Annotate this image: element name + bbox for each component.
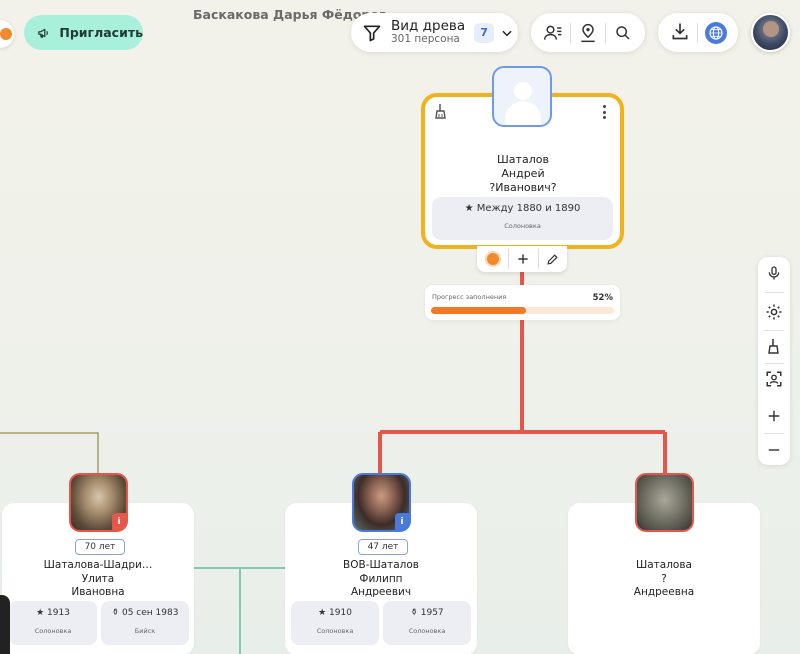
- birth-date: Между 1880 и 1890: [476, 203, 581, 214]
- megaphone-icon: [38, 28, 48, 38]
- fill-progress: Прогресс заполнения 52%: [425, 285, 620, 320]
- name-line: ?Иванович?: [489, 181, 557, 194]
- person-list-icon[interactable]: [543, 23, 563, 43]
- grave-icon: ⚱: [111, 608, 120, 618]
- broom-icon[interactable]: [434, 103, 448, 119]
- progress-label: Прогресс заполнения: [432, 293, 507, 301]
- progress-track: [431, 307, 614, 314]
- focus-person-name: Шаталов Андрей ?Иванович?: [430, 153, 616, 195]
- globe-icon[interactable]: [704, 21, 727, 44]
- person-photo[interactable]: [635, 473, 694, 532]
- birth-place: Солоновка: [504, 222, 541, 230]
- death-date: 1957: [420, 608, 444, 618]
- view-label: Вид древа: [391, 18, 466, 35]
- divider: [569, 22, 571, 43]
- age-badge: 70 лет: [75, 539, 125, 555]
- export-language-group: [658, 13, 738, 52]
- birth-date: 1913: [47, 608, 70, 618]
- age-badge: 47 лет: [358, 539, 408, 555]
- name-line: Андрей: [501, 167, 545, 180]
- tree-tools-group: [531, 13, 645, 52]
- gear-icon[interactable]: [764, 302, 784, 322]
- focus-person-dates: ★ Между 1880 и 1890 Солоновка: [432, 197, 613, 240]
- death-date: 05 сен 1983: [121, 608, 179, 618]
- download-icon[interactable]: [670, 21, 690, 45]
- divider: [605, 22, 607, 43]
- name-line: Улита: [81, 572, 115, 585]
- death-info: ⚱ 05 сен 1983 Бийск: [101, 601, 189, 645]
- view-badge: 7: [474, 22, 495, 43]
- progress-value: 52%: [592, 293, 613, 303]
- focus-person-photo[interactable]: [492, 66, 552, 127]
- name-line: Шаталова: [636, 559, 692, 571]
- grave-icon: ⚱: [410, 608, 418, 618]
- person-name: ВОВ-Шаталов Филипп Андреевич: [285, 559, 477, 600]
- search-icon[interactable]: [613, 23, 633, 43]
- card-actions-bar: [477, 246, 567, 272]
- birth-info: ★ 1913 Солоновка: [9, 601, 97, 645]
- birth-place: Солоновка: [34, 627, 72, 635]
- name-line: Шаталов: [497, 153, 549, 166]
- person-name: Шаталова ? Андреевна: [568, 559, 760, 600]
- user-avatar[interactable]: [751, 13, 790, 52]
- name-line: Андреевич: [350, 586, 412, 598]
- progress-fill: [431, 307, 527, 314]
- death-info: ⚱ 1957 Солоновка: [383, 601, 471, 645]
- star-icon: ★: [36, 608, 45, 618]
- star-icon: ★: [318, 608, 327, 618]
- map-pin-person-icon[interactable]: [578, 23, 598, 43]
- divider: [696, 22, 698, 43]
- broom-icon[interactable]: [764, 336, 784, 356]
- person-count: 301 персона: [391, 33, 460, 46]
- side-panel-tab[interactable]: [0, 595, 10, 654]
- name-line: Филипп: [359, 572, 403, 585]
- name-line: Шаталова-Шадри…: [43, 559, 153, 571]
- invite-button[interactable]: Пригласить: [24, 15, 143, 50]
- zoom-in-icon[interactable]: [764, 406, 784, 426]
- name-line: Андреевна: [633, 586, 695, 598]
- filter-icon: [363, 25, 381, 41]
- birth-date: 1910: [329, 608, 352, 618]
- death-place: Солоновка: [408, 627, 446, 635]
- divider: [537, 249, 539, 269]
- microphone-icon[interactable]: [764, 263, 784, 283]
- birth-info: ★ 1910 Солоновка: [291, 601, 379, 645]
- invite-label: Пригласить: [59, 25, 143, 40]
- chevron-down-icon: [502, 30, 512, 36]
- more-vertical-icon[interactable]: [599, 104, 609, 120]
- divider: [508, 249, 510, 269]
- star-icon: ★: [464, 203, 474, 214]
- face-scan-icon[interactable]: [764, 369, 784, 389]
- name-line: ?: [661, 572, 667, 585]
- plus-icon[interactable]: [516, 252, 530, 266]
- birth-place: Солоновка: [316, 627, 354, 635]
- name-line: Ивановна: [71, 586, 125, 598]
- name-line: ВОВ-Шаталов: [343, 559, 419, 571]
- death-place: Бийск: [134, 627, 156, 635]
- hint-icon[interactable]: [484, 251, 501, 267]
- person-name: Шаталова-Шадри… Улита Ивановна: [2, 559, 194, 600]
- tree-view-selector[interactable]: Вид древа 301 персона 7: [351, 13, 518, 52]
- side-toolbar: [758, 257, 790, 465]
- zoom-out-icon[interactable]: [764, 440, 784, 460]
- pencil-icon[interactable]: [546, 253, 559, 266]
- person-placeholder-icon: [514, 82, 532, 100]
